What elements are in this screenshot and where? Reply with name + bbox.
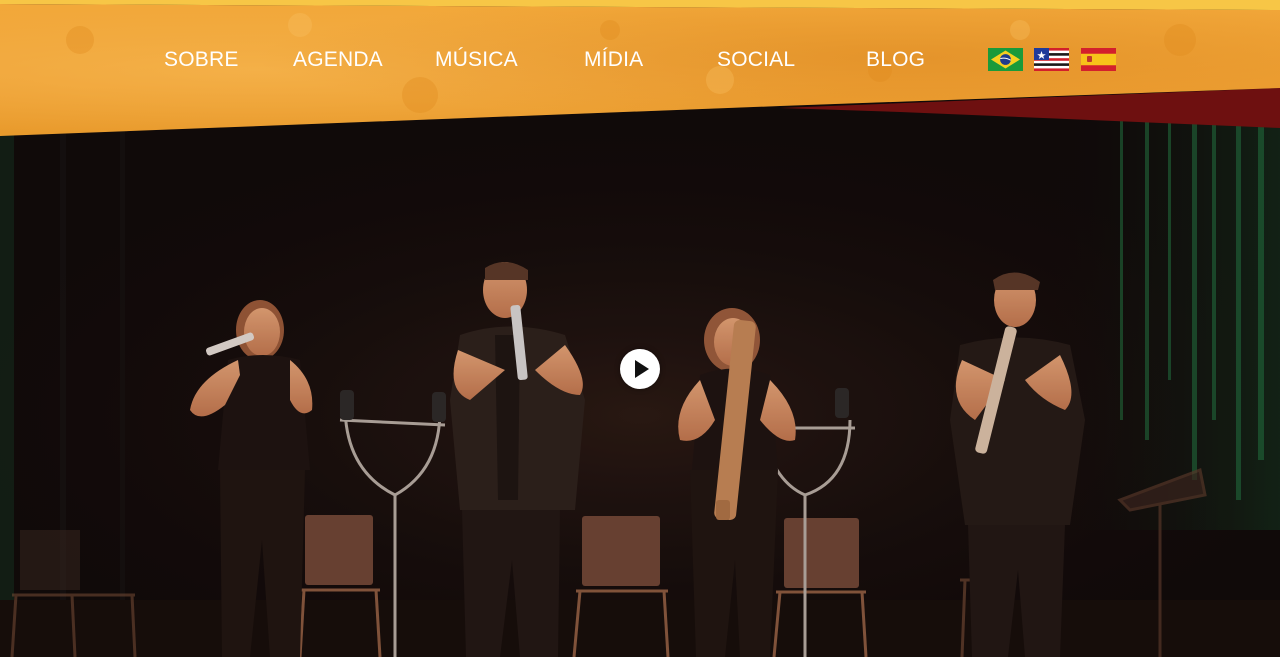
play-button[interactable]: [620, 349, 660, 389]
brazil-flag-icon[interactable]: [988, 48, 1023, 71]
nav-item-sobre[interactable]: SOBRE: [164, 46, 239, 74]
spain-flag-icon[interactable]: [1081, 48, 1116, 71]
nav-item-agenda[interactable]: AGENDA: [293, 46, 383, 74]
play-icon: [635, 360, 649, 378]
site-header: SOBRE AGENDA MÚSICA MÍDIA SOCIAL BLOG: [0, 0, 1280, 140]
nav-item-musica[interactable]: MÚSICA: [435, 46, 518, 74]
nav-item-blog[interactable]: BLOG: [866, 46, 925, 74]
maranhao-flag-icon[interactable]: [1034, 48, 1069, 71]
page: SOBRE AGENDA MÚSICA MÍDIA SOCIAL BLOG: [0, 0, 1280, 657]
nav-item-social[interactable]: SOCIAL: [717, 46, 795, 74]
nav-item-midia[interactable]: MÍDIA: [584, 46, 643, 74]
